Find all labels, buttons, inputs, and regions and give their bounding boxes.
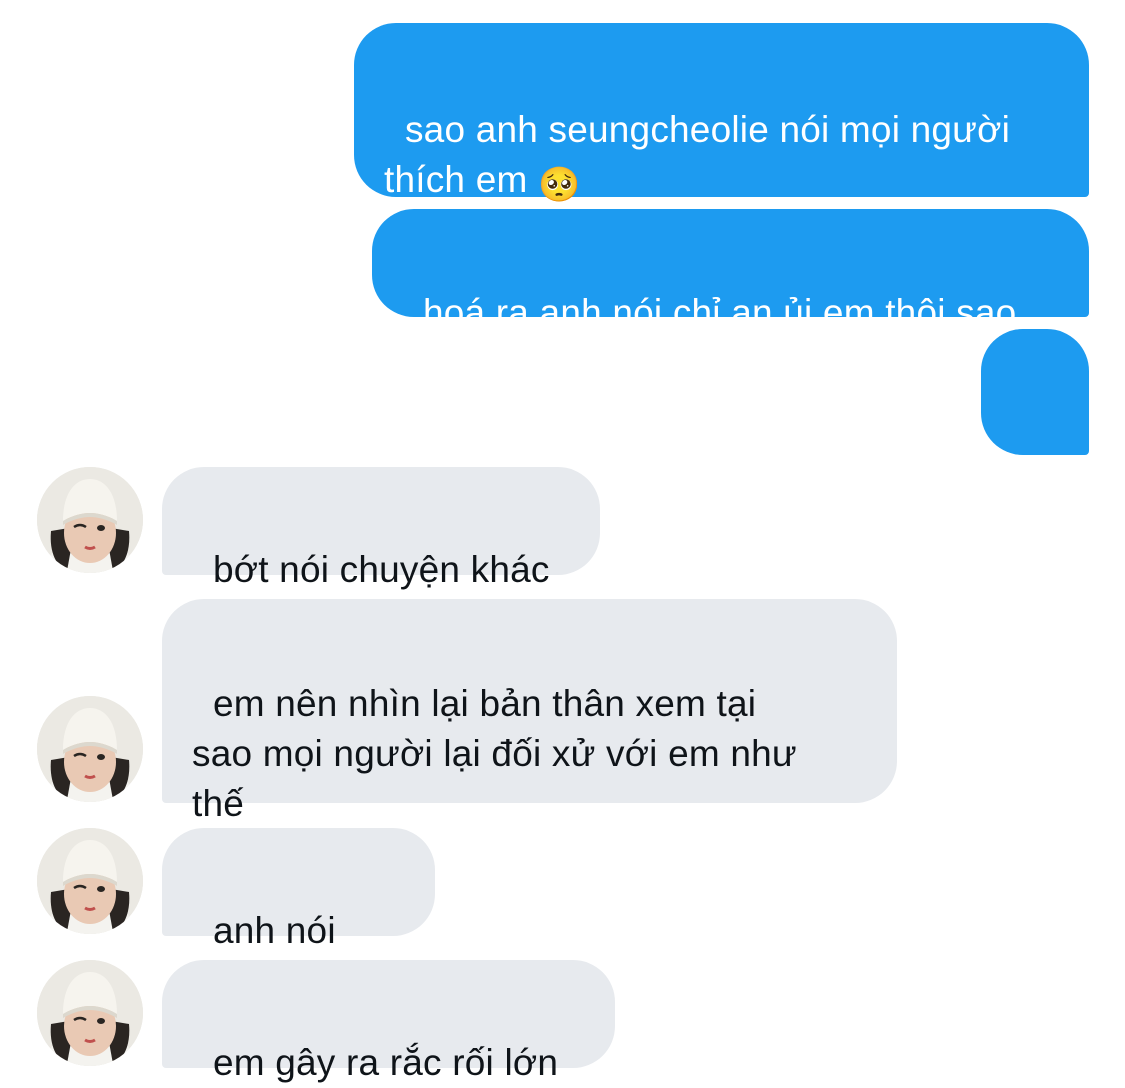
sent-message[interactable]: hoá ra anh nói chỉ an ủi em thôi sao	[372, 209, 1089, 333]
user-avatar-icon	[37, 960, 143, 1066]
message-text: bớt nói chuyện khác	[212, 549, 550, 590]
user-avatar-icon[interactable]	[37, 696, 143, 802]
sent-message[interactable]: sao anh seungcheolie nói mọi người thích…	[354, 23, 1089, 202]
message-text: em nên nhìn lại bản thân xem tại sao mọi…	[192, 683, 797, 824]
user-avatar-icon	[37, 467, 143, 573]
user-avatar-icon[interactable]	[37, 828, 143, 934]
crying-face-emoji-icon: 😭	[1011, 477, 1051, 517]
received-message[interactable]: em gây ra rắc rối lớn	[162, 960, 615, 1083]
message-text: hoá ra anh nói chỉ an ủi em thôi sao	[422, 292, 1017, 333]
user-avatar-icon	[37, 828, 143, 934]
user-avatar-icon[interactable]	[37, 467, 143, 573]
sent-message[interactable]: 😭	[981, 329, 1089, 514]
user-avatar-icon	[37, 696, 143, 802]
received-message[interactable]: anh nói này	[162, 828, 435, 1001]
received-message[interactable]: bớt nói chuyện khác	[162, 467, 600, 590]
pleading-face-emoji-icon: 🥺	[537, 165, 581, 205]
user-avatar-icon[interactable]	[37, 960, 143, 1066]
received-message[interactable]: em nên nhìn lại bản thân xem tại sao mọi…	[162, 599, 897, 824]
message-text: sao anh seungcheolie nói mọi người thích…	[384, 109, 1011, 200]
